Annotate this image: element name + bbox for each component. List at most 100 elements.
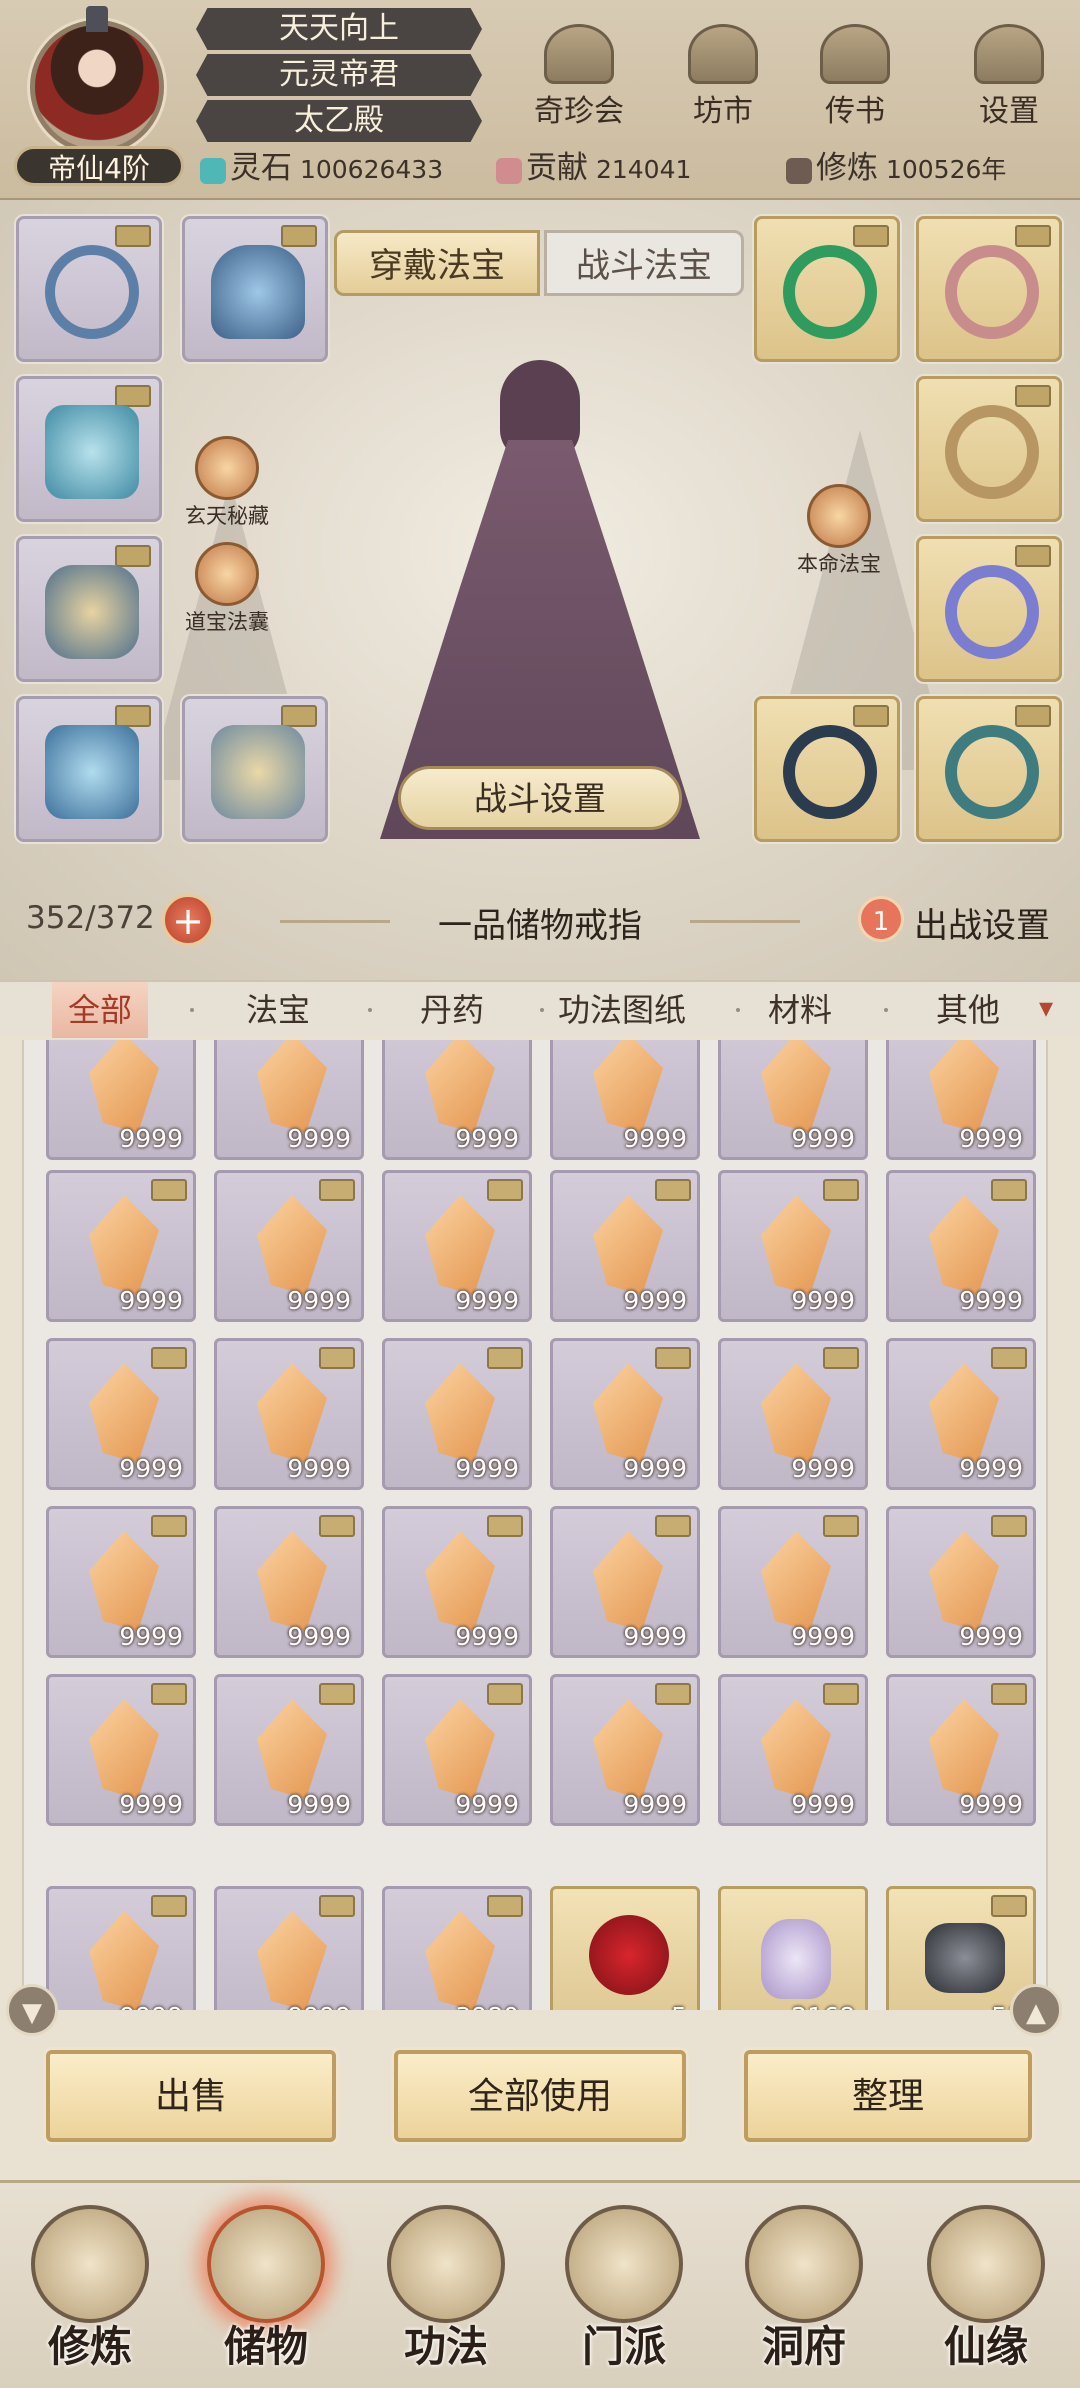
scroll-letter-icon xyxy=(820,24,890,84)
equipment-panel: 穿戴法宝 战斗法宝 玄天秘藏 道宝法囊 本命法宝 战斗设置 xyxy=(0,200,1080,980)
nav-cultivate[interactable]: 修炼 xyxy=(10,2193,170,2383)
equip-slot-ring-jade[interactable] xyxy=(754,216,900,362)
item-cell[interactable]: 9999 xyxy=(886,1506,1036,1658)
tab-wear-fabao[interactable]: 穿戴法宝 xyxy=(334,230,540,296)
battle-settings-button[interactable]: 战斗设置 xyxy=(398,766,682,830)
equip-slot-armor[interactable] xyxy=(16,376,162,522)
item-cell[interactable]: 9999 xyxy=(46,1886,196,2010)
spirit-crystal-icon xyxy=(257,1699,327,1799)
item-cell[interactable]: 9999 xyxy=(550,1506,700,1658)
spirit-stone-resource[interactable]: 灵石 100626433 xyxy=(200,146,443,190)
item-cell[interactable]: 9999 xyxy=(382,1040,532,1160)
tab-cailiao[interactable]: 材料 xyxy=(768,982,832,1038)
item-cell[interactable]: 9999 xyxy=(382,1170,532,1322)
treasure-hall-label: 奇珍会 xyxy=(534,94,624,129)
daobao-bag-button[interactable]: 道宝法囊 xyxy=(182,542,272,636)
item-cell[interactable]: 9999 xyxy=(886,1170,1036,1322)
tab-qita[interactable]: 其他 xyxy=(936,982,1000,1038)
contribution-resource[interactable]: 贡献 214041 xyxy=(496,146,691,190)
item-cell[interactable]: 9999 xyxy=(46,1674,196,1826)
item-cell[interactable]: 9999 xyxy=(214,1506,364,1658)
item-cell[interactable]: 9999 xyxy=(550,1040,700,1160)
storage-bar: 352/372 + 一品储物戒指 1 出战设置 xyxy=(0,880,1080,980)
item-cell[interactable]: 9999 xyxy=(46,1040,196,1160)
item-cell[interactable]: 9999 xyxy=(550,1338,700,1490)
item-cell[interactable]: 9999 xyxy=(718,1040,868,1160)
market-button[interactable]: 坊市 xyxy=(668,24,778,134)
equip-slot-ring-rose[interactable] xyxy=(916,216,1062,362)
equip-slot-necklace[interactable] xyxy=(16,216,162,362)
divider-dot xyxy=(190,1008,194,1012)
item-cell[interactable]: 9999 xyxy=(550,1674,700,1826)
equip-slot-boots[interactable] xyxy=(182,696,328,842)
benming-fabao-button[interactable]: 本命法宝 xyxy=(794,484,884,578)
item-cell[interactable]: 9999 xyxy=(718,1170,868,1322)
divider-dot xyxy=(884,1008,888,1012)
item-cell[interactable]: 9999 xyxy=(718,1506,868,1658)
item-cell[interactable]: 9999 xyxy=(46,1338,196,1490)
expand-capacity-button[interactable]: + xyxy=(162,894,214,946)
item-cell[interactable]: 9999 xyxy=(46,1170,196,1322)
settings-button[interactable]: 设置 xyxy=(954,24,1064,134)
equip-slot-ring-teal[interactable] xyxy=(916,696,1062,842)
spirit-crystal-icon xyxy=(425,1911,495,2010)
item-cell[interactable]: 9999 xyxy=(718,1338,868,1490)
item-cell[interactable]: 5 xyxy=(550,1886,700,2010)
item-cell[interactable]: 9999 xyxy=(214,1338,364,1490)
equip-slot-ring-gold[interactable] xyxy=(916,376,1062,522)
sort-button[interactable]: 整理 xyxy=(744,2050,1032,2142)
potion-bottle-icon xyxy=(761,1919,831,1999)
cultivation-resource[interactable]: 修炼 100526年 xyxy=(786,146,1006,190)
treasure-hall-button[interactable]: 奇珍会 xyxy=(524,24,634,134)
equip-slot-ring-crystal[interactable] xyxy=(916,536,1062,682)
item-cell[interactable]: 9999 xyxy=(382,1674,532,1826)
item-cell[interactable]: 2168 xyxy=(718,1886,868,2010)
xuantian-treasury-button[interactable]: 玄天秘藏 xyxy=(182,436,272,530)
nav-sect[interactable]: 门派 xyxy=(544,2193,704,2383)
nav-storage[interactable]: 储物 xyxy=(186,2193,346,2383)
item-cell[interactable]: 9999 xyxy=(550,1170,700,1322)
battle-deploy-button[interactable]: 出战设置 xyxy=(914,898,1050,947)
bracer-icon xyxy=(45,565,139,659)
tab-all[interactable]: 全部 xyxy=(52,982,149,1038)
storage-ring-name: 一品储物戒指 xyxy=(280,898,800,947)
equip-slot-pants[interactable] xyxy=(16,696,162,842)
item-cell[interactable]: 9999 xyxy=(886,1674,1036,1826)
nav-skills[interactable]: 功法 xyxy=(366,2193,526,2383)
item-cell[interactable]: 9999 xyxy=(382,1506,532,1658)
header: 帝仙4阶 天天向上 元灵帝君 太乙殿 奇珍会 坊市 传书 设置 灵石 10062… xyxy=(0,0,1080,200)
item-cell[interactable]: 9999 xyxy=(46,1506,196,1658)
letter-button[interactable]: 传书 xyxy=(800,24,910,134)
tab-battle-fabao[interactable]: 战斗法宝 xyxy=(544,230,744,296)
tab-gongfa[interactable]: 功法图纸 xyxy=(558,982,686,1038)
item-cell[interactable]: 9999 xyxy=(214,1040,364,1160)
item-cell[interactable]: 9999 xyxy=(886,1040,1036,1160)
avatar[interactable] xyxy=(30,20,164,154)
spirit-crystal-icon xyxy=(257,1911,327,2010)
spirit-crystal-icon xyxy=(257,1363,327,1463)
nav-fate[interactable]: 仙缘 xyxy=(906,2193,1066,2383)
item-grid[interactable]: 9999 9999 9999 9999 9999 9999 9999 9999 9999 9999… xyxy=(22,1040,1048,2010)
item-cell[interactable]: 9999 xyxy=(214,1674,364,1826)
item-cell[interactable]: 9999 xyxy=(718,1674,868,1826)
chevron-down-icon[interactable]: ▾ xyxy=(1030,992,1062,1024)
item-cell[interactable]: 9999 xyxy=(214,1170,364,1322)
item-cell[interactable]: 9999 xyxy=(382,1338,532,1490)
tab-fabao[interactable]: 法宝 xyxy=(246,982,310,1038)
spirit-crystal-icon xyxy=(593,1040,663,1133)
use-all-button[interactable]: 全部使用 xyxy=(394,2050,686,2142)
scroll-down-icon[interactable]: ▼ xyxy=(6,1984,58,2036)
equip-slot-helmet[interactable] xyxy=(182,216,328,362)
equip-slot-ring-dark[interactable] xyxy=(754,696,900,842)
sell-button[interactable]: 出售 xyxy=(46,2050,336,2142)
nav-cave[interactable]: 洞府 xyxy=(724,2193,884,2383)
item-cell[interactable]: 9999 xyxy=(886,1338,1036,1490)
item-cell[interactable]: 51 xyxy=(886,1886,1036,2010)
spirit-crystal-icon xyxy=(761,1699,831,1799)
scroll-up-icon[interactable]: ▲ xyxy=(1010,1984,1062,2036)
tab-danyao[interactable]: 丹药 xyxy=(420,982,484,1038)
item-cell[interactable]: 9999 xyxy=(214,1886,364,2010)
equip-slot-bracer[interactable] xyxy=(16,536,162,682)
cultivation-value: 100526年 xyxy=(885,155,1007,184)
item-cell[interactable]: 3980 xyxy=(382,1886,532,2010)
